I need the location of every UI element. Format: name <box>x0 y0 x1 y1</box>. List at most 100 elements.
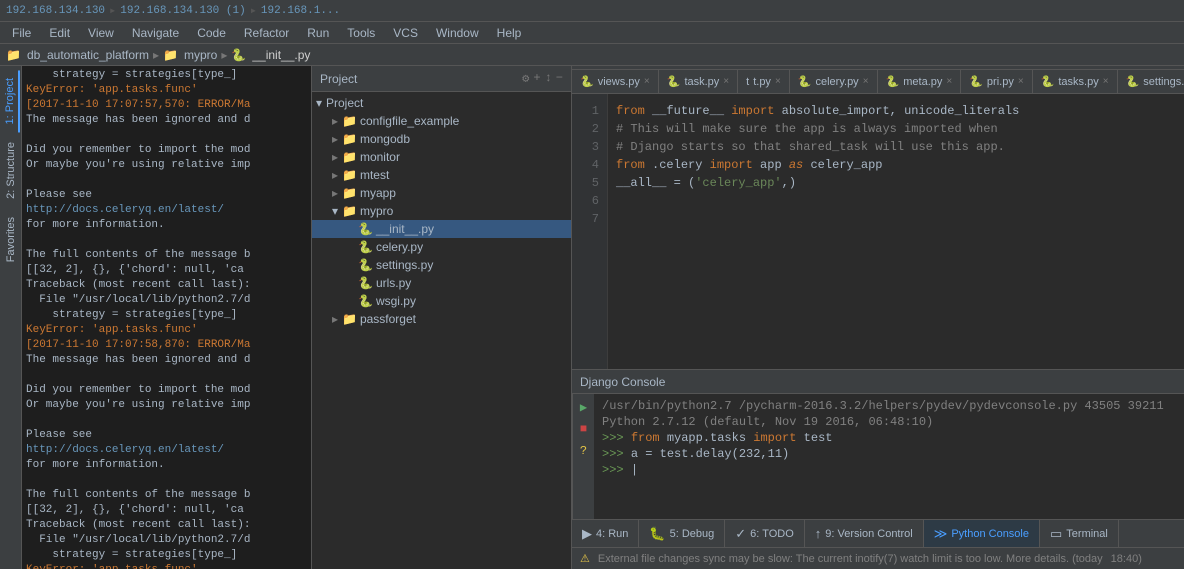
toolbar-btn-6:-todo[interactable]: ✓6: TODO <box>725 520 805 548</box>
tab-close-icon[interactable]: × <box>863 76 869 87</box>
tree-item-__init__-py[interactable]: 🐍 __init__.py <box>312 220 571 238</box>
tab-close-icon[interactable]: × <box>775 76 781 87</box>
tree-item-mongodb[interactable]: ▸📁 mongodb <box>312 130 571 148</box>
breadcrumb-mypro-icon: 📁 <box>163 48 178 62</box>
tab-close-icon[interactable]: × <box>1103 76 1109 87</box>
tree-item-celery-py[interactable]: 🐍 celery.py <box>312 238 571 256</box>
tab-close-icon[interactable]: × <box>644 76 650 87</box>
log-line: The full contents of the message b <box>26 488 307 503</box>
tree-item-urls-py[interactable]: 🐍 urls.py <box>312 274 571 292</box>
tree-label: monitor <box>360 150 400 164</box>
tab-close-icon[interactable]: × <box>723 76 729 87</box>
sidebar-tab-structure[interactable]: 2: Structure <box>3 134 19 207</box>
log-line: Or maybe you're using relative imp <box>26 158 307 173</box>
tree-item-myapp[interactable]: ▸📁 myapp <box>312 184 571 202</box>
tree-arrow: ▸ <box>328 168 342 182</box>
status-bar: ⚠ External file changes sync may be slow… <box>572 547 1184 569</box>
tree-item-monitor[interactable]: ▸📁 monitor <box>312 148 571 166</box>
console-line: /usr/bin/python2.7 /pycharm-2016.3.2/hel… <box>602 398 1176 414</box>
menu-code[interactable]: Code <box>189 24 234 42</box>
line-numbers: 1234567 <box>572 94 608 369</box>
menu-window[interactable]: Window <box>428 24 487 42</box>
status-time: 18:40) <box>1111 553 1142 565</box>
menu-tools[interactable]: Tools <box>339 24 383 42</box>
code-content[interactable]: from __future__ import absolute_import, … <box>608 94 1184 369</box>
ip-address-2: 192.168.134.130 (1) <box>120 5 245 17</box>
breadcrumb-file[interactable]: __init__.py <box>252 48 310 62</box>
folder-icon: 📁 <box>342 312 357 326</box>
tab-tasks-py[interactable]: 🐍 tasks.py× <box>1033 69 1118 93</box>
tree-item-configfile_example[interactable]: ▸📁 configfile_example <box>312 112 571 130</box>
settings-icon[interactable]: ⚙ <box>522 71 529 86</box>
console-line: >>> | <box>602 462 1176 478</box>
tab-task-py[interactable]: 🐍 task.py× <box>659 69 738 93</box>
folder-icon: 📁 <box>342 204 357 218</box>
log-line <box>26 128 307 143</box>
tab-icon: 🐍 <box>1041 75 1055 88</box>
log-line: Did you remember to import the mod <box>26 143 307 158</box>
log-line: KeyError: 'app.tasks.func' <box>26 83 307 98</box>
tab-settings-py[interactable]: 🐍 settings.py× <box>1118 69 1184 93</box>
toolbar-btn-icon: ▶ <box>582 526 592 542</box>
tab-views-py[interactable]: 🐍 views.py× <box>572 69 659 93</box>
tab-celery-py[interactable]: 🐍 celery.py× <box>790 69 878 93</box>
log-line <box>26 368 307 383</box>
tab-close-icon[interactable]: × <box>946 76 952 87</box>
log-line: Traceback (most recent call last): <box>26 518 307 533</box>
menu-view[interactable]: View <box>80 24 122 42</box>
tree-label: celery.py <box>376 240 423 254</box>
toolbar-btn-icon: 🐛 <box>649 526 665 542</box>
sync-icon[interactable]: ↕ <box>545 71 552 86</box>
menu-navigate[interactable]: Navigate <box>124 24 187 42</box>
ip-address-1: 192.168.134.130 <box>6 5 105 17</box>
toolbar-btn-4:-run[interactable]: ▶4: Run <box>572 520 639 548</box>
breadcrumb-db[interactable]: db_automatic_platform <box>27 48 149 62</box>
tree-item-settings-py[interactable]: 🐍 settings.py <box>312 256 571 274</box>
tree-item-wsgi-py[interactable]: 🐍 wsgi.py <box>312 292 571 310</box>
breadcrumb-mypro[interactable]: mypro <box>184 48 217 62</box>
stop-icon[interactable]: ■ <box>575 420 593 438</box>
toolbar-btn-label: 9: Version Control <box>825 528 912 540</box>
menu-refactor[interactable]: Refactor <box>236 24 297 42</box>
project-title: Project <box>320 72 357 86</box>
tree-label: passforget <box>360 312 416 326</box>
menu-vcs[interactable]: VCS <box>385 24 426 42</box>
tab-label: task.py <box>684 76 719 88</box>
code-editor[interactable]: 1234567 from __future__ import absolute_… <box>572 94 1184 369</box>
bottom-toolbar: ▶4: Run🐛5: Debug✓6: TODO↑9: Version Cont… <box>572 519 1184 547</box>
toolbar-btn-5:-debug[interactable]: 🐛5: Debug <box>639 520 725 548</box>
sidebar-tab-project[interactable]: 1: Project <box>2 70 20 132</box>
log-line <box>26 173 307 188</box>
code-line: # Django starts so that shared_task will… <box>616 138 1176 156</box>
breadcrumb-file-icon: 🐍 <box>231 48 246 62</box>
tab-meta-py[interactable]: 🐍 meta.py× <box>878 69 962 93</box>
menu-edit[interactable]: Edit <box>41 24 78 42</box>
tab-icon: 🐍 <box>886 75 900 88</box>
toolbar-btn-9:-version-control[interactable]: ↑9: Version Control <box>805 520 924 548</box>
log-line: strategy = strategies[type_] <box>26 548 307 563</box>
question-icon[interactable]: ? <box>575 442 593 460</box>
collapse-icon[interactable]: − <box>556 71 563 86</box>
menu-file[interactable]: File <box>4 24 39 42</box>
menu-run[interactable]: Run <box>299 24 337 42</box>
tree-item-Project[interactable]: ▾Project <box>312 94 571 112</box>
tab-close-icon[interactable]: × <box>1018 76 1024 87</box>
tab-t-py[interactable]: t t.py× <box>738 69 790 93</box>
tree-item-mypro[interactable]: ▾📁 mypro <box>312 202 571 220</box>
run-icon[interactable]: ▶ <box>575 398 593 416</box>
tree-item-passforget[interactable]: ▸📁 passforget <box>312 310 571 328</box>
toolbar-btn-python-console[interactable]: ≫Python Console <box>924 520 1040 548</box>
toolbar-btn-terminal[interactable]: ▭Terminal <box>1040 520 1119 548</box>
menu-bar: FileEditViewNavigateCodeRefactorRunTools… <box>0 22 1184 44</box>
console-line: >>> from myapp.tasks import test <box>602 430 1176 446</box>
tab-pri-py[interactable]: 🐍 pri.py× <box>961 69 1032 93</box>
menu-help[interactable]: Help <box>489 24 530 42</box>
sidebar-tab-favorites[interactable]: Favorites <box>3 209 19 270</box>
project-tree: ▾Project▸📁 configfile_example▸📁 mongodb▸… <box>312 92 571 569</box>
log-line: The message has been ignored and d <box>26 353 307 368</box>
tree-item-mtest[interactable]: ▸📁 mtest <box>312 166 571 184</box>
console-content[interactable]: /usr/bin/python2.7 /pycharm-2016.3.2/hel… <box>594 394 1184 519</box>
bottom-panel: Django Console ▶ ■ ? /usr/bin/python2.7 … <box>572 369 1184 569</box>
console-side-icons: ▶ ■ ? <box>572 394 594 519</box>
add-icon[interactable]: + <box>533 71 540 86</box>
